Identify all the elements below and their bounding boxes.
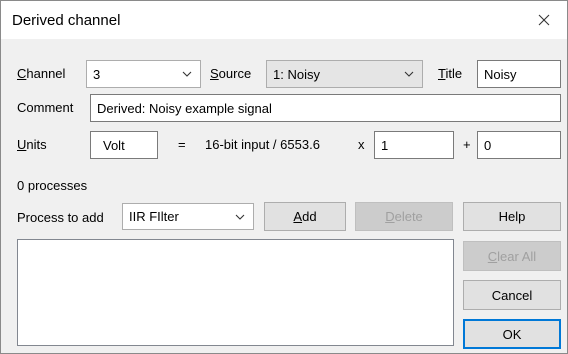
delete-button[interactable]: Delete [355, 202, 453, 231]
equals-sign: = [178, 137, 186, 152]
chevron-down-icon [404, 71, 414, 77]
ok-button[interactable]: OK [463, 319, 561, 349]
processes-count: 0 processes [17, 178, 88, 193]
add-button[interactable]: Add [264, 202, 346, 231]
source-value: 1: Noisy [273, 66, 320, 82]
derived-channel-dialog: Derived channel Channel 3 Source 1: Nois… [0, 0, 568, 354]
process-select[interactable]: IIR FIlter [122, 203, 254, 230]
title-bar: Derived channel [1, 1, 567, 39]
offset-input[interactable]: 0 [477, 131, 561, 159]
source-select[interactable]: 1: Noisy [266, 60, 423, 88]
scale-input[interactable]: 1 [374, 131, 454, 159]
close-icon [538, 14, 550, 26]
channel-select[interactable]: 3 [86, 60, 201, 88]
times-sign: x [358, 137, 365, 152]
chevron-down-icon [235, 214, 245, 220]
process-to-add-label: Process to add [17, 210, 104, 225]
process-list[interactable] [17, 239, 454, 346]
plus-sign: + [463, 137, 471, 152]
clear-all-button[interactable]: Clear All [463, 241, 561, 271]
units-input[interactable]: Volt [90, 131, 158, 159]
cancel-button[interactable]: Cancel [463, 280, 561, 310]
chevron-down-icon [182, 71, 192, 77]
title-input[interactable]: Noisy [477, 60, 561, 88]
help-button[interactable]: Help [463, 202, 561, 231]
process-value: IIR FIlter [129, 209, 179, 224]
source-label: Source [210, 66, 252, 81]
comment-label: Comment [17, 100, 74, 115]
window-title: Derived channel [12, 12, 121, 29]
input-scale-formula: 16-bit input / 6553.6 [205, 137, 320, 152]
channel-value: 3 [93, 66, 101, 82]
units-label: Units [17, 137, 47, 152]
comment-input[interactable]: Derived: Noisy example signal [90, 94, 561, 122]
title-label: Title [438, 66, 463, 81]
channel-label: Channel [17, 66, 66, 81]
close-button[interactable] [521, 1, 567, 39]
